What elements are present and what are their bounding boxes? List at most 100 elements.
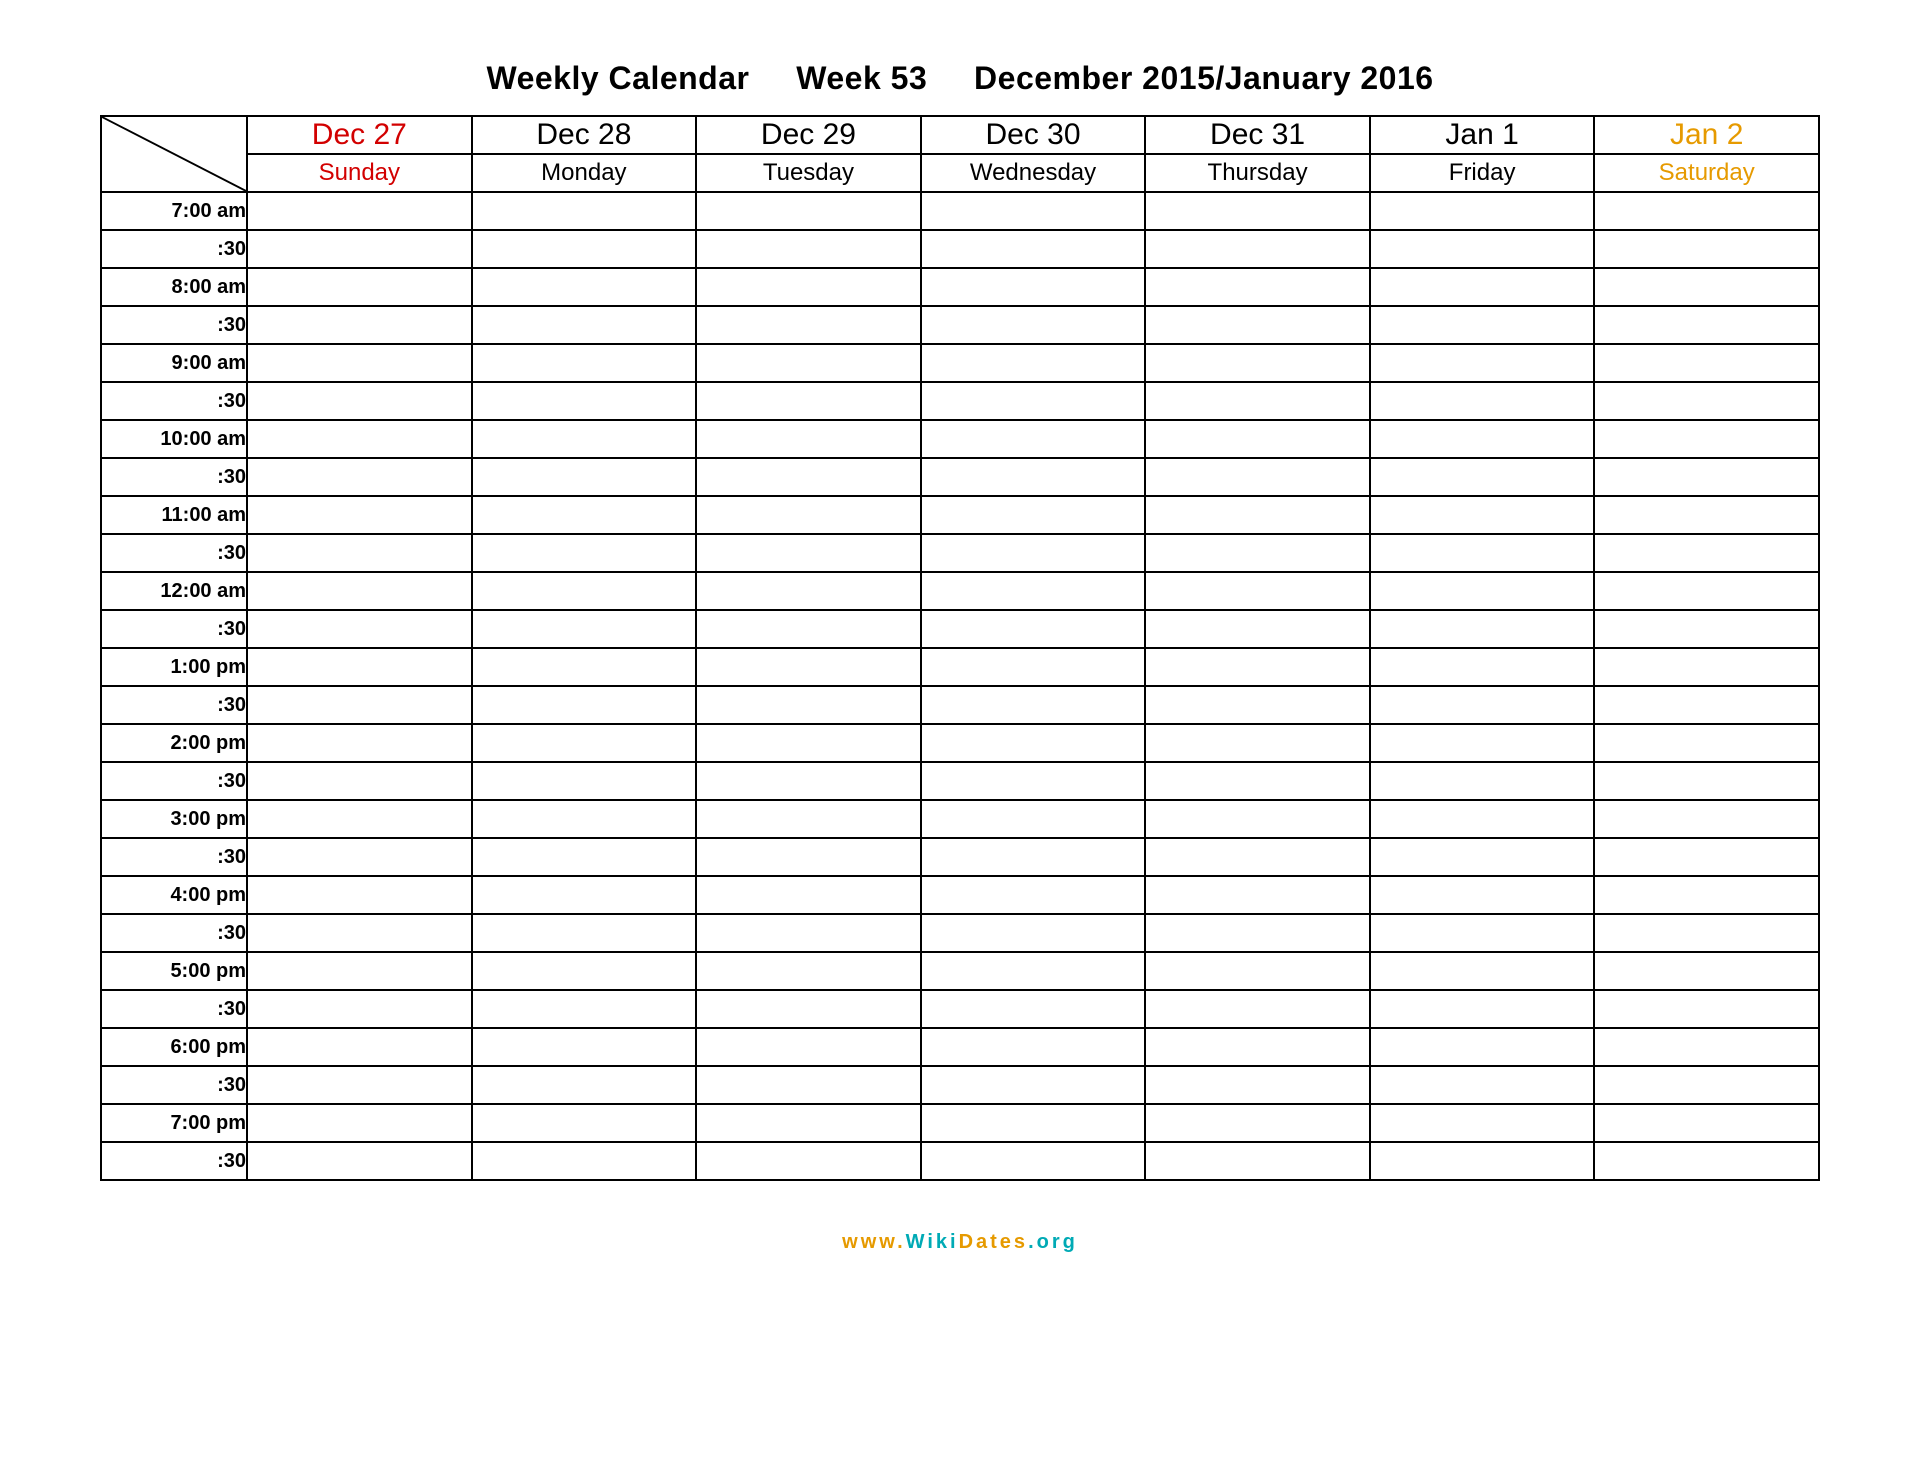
calendar-cell[interactable]	[921, 648, 1146, 686]
calendar-cell[interactable]	[921, 192, 1146, 230]
calendar-cell[interactable]	[247, 1066, 472, 1104]
calendar-cell[interactable]	[1370, 952, 1595, 990]
calendar-cell[interactable]	[472, 344, 697, 382]
calendar-cell[interactable]	[247, 876, 472, 914]
footer-link[interactable]: www.WikiDates.org	[100, 1231, 1820, 1254]
calendar-cell[interactable]	[921, 496, 1146, 534]
calendar-cell[interactable]	[1370, 724, 1595, 762]
calendar-cell[interactable]	[1594, 876, 1819, 914]
calendar-cell[interactable]	[472, 914, 697, 952]
calendar-cell[interactable]	[696, 230, 921, 268]
calendar-cell[interactable]	[1370, 192, 1595, 230]
calendar-cell[interactable]	[1145, 1142, 1370, 1180]
calendar-cell[interactable]	[921, 876, 1146, 914]
calendar-cell[interactable]	[921, 914, 1146, 952]
calendar-cell[interactable]	[1594, 648, 1819, 686]
calendar-cell[interactable]	[247, 344, 472, 382]
calendar-cell[interactable]	[472, 192, 697, 230]
calendar-cell[interactable]	[1370, 534, 1595, 572]
calendar-cell[interactable]	[247, 838, 472, 876]
calendar-cell[interactable]	[472, 230, 697, 268]
calendar-cell[interactable]	[921, 572, 1146, 610]
calendar-cell[interactable]	[921, 1028, 1146, 1066]
calendar-cell[interactable]	[1145, 230, 1370, 268]
calendar-cell[interactable]	[1594, 382, 1819, 420]
calendar-cell[interactable]	[247, 382, 472, 420]
calendar-cell[interactable]	[247, 572, 472, 610]
calendar-cell[interactable]	[1145, 458, 1370, 496]
calendar-cell[interactable]	[921, 990, 1146, 1028]
calendar-cell[interactable]	[1145, 686, 1370, 724]
calendar-cell[interactable]	[472, 724, 697, 762]
calendar-cell[interactable]	[1370, 1066, 1595, 1104]
calendar-cell[interactable]	[472, 458, 697, 496]
calendar-cell[interactable]	[1594, 762, 1819, 800]
calendar-cell[interactable]	[472, 534, 697, 572]
calendar-cell[interactable]	[1145, 800, 1370, 838]
calendar-cell[interactable]	[1145, 838, 1370, 876]
calendar-cell[interactable]	[921, 1066, 1146, 1104]
calendar-cell[interactable]	[1594, 268, 1819, 306]
calendar-cell[interactable]	[1370, 268, 1595, 306]
calendar-cell[interactable]	[921, 306, 1146, 344]
calendar-cell[interactable]	[1145, 420, 1370, 458]
calendar-cell[interactable]	[696, 610, 921, 648]
calendar-cell[interactable]	[472, 952, 697, 990]
calendar-cell[interactable]	[696, 534, 921, 572]
calendar-cell[interactable]	[1145, 914, 1370, 952]
calendar-cell[interactable]	[1370, 648, 1595, 686]
calendar-cell[interactable]	[472, 268, 697, 306]
calendar-cell[interactable]	[1145, 952, 1370, 990]
calendar-cell[interactable]	[921, 838, 1146, 876]
calendar-cell[interactable]	[1145, 1104, 1370, 1142]
calendar-cell[interactable]	[921, 230, 1146, 268]
calendar-cell[interactable]	[1145, 1066, 1370, 1104]
calendar-cell[interactable]	[1370, 1104, 1595, 1142]
calendar-cell[interactable]	[247, 610, 472, 648]
calendar-cell[interactable]	[1370, 458, 1595, 496]
calendar-cell[interactable]	[247, 762, 472, 800]
calendar-cell[interactable]	[1145, 192, 1370, 230]
calendar-cell[interactable]	[247, 534, 472, 572]
calendar-cell[interactable]	[696, 1066, 921, 1104]
calendar-cell[interactable]	[696, 1104, 921, 1142]
calendar-cell[interactable]	[696, 762, 921, 800]
calendar-cell[interactable]	[1594, 496, 1819, 534]
calendar-cell[interactable]	[921, 344, 1146, 382]
calendar-cell[interactable]	[472, 838, 697, 876]
calendar-cell[interactable]	[696, 344, 921, 382]
calendar-cell[interactable]	[247, 914, 472, 952]
calendar-cell[interactable]	[696, 382, 921, 420]
calendar-cell[interactable]	[472, 876, 697, 914]
calendar-cell[interactable]	[1145, 610, 1370, 648]
calendar-cell[interactable]	[1594, 458, 1819, 496]
calendar-cell[interactable]	[472, 306, 697, 344]
calendar-cell[interactable]	[1145, 344, 1370, 382]
calendar-cell[interactable]	[1594, 306, 1819, 344]
calendar-cell[interactable]	[472, 800, 697, 838]
calendar-cell[interactable]	[696, 648, 921, 686]
calendar-cell[interactable]	[1145, 876, 1370, 914]
calendar-cell[interactable]	[696, 496, 921, 534]
calendar-cell[interactable]	[921, 534, 1146, 572]
calendar-cell[interactable]	[696, 1028, 921, 1066]
calendar-cell[interactable]	[696, 990, 921, 1028]
calendar-cell[interactable]	[247, 268, 472, 306]
calendar-cell[interactable]	[1594, 610, 1819, 648]
calendar-cell[interactable]	[247, 724, 472, 762]
calendar-cell[interactable]	[921, 1142, 1146, 1180]
calendar-cell[interactable]	[1594, 990, 1819, 1028]
calendar-cell[interactable]	[921, 800, 1146, 838]
calendar-cell[interactable]	[472, 648, 697, 686]
calendar-cell[interactable]	[1370, 344, 1595, 382]
calendar-cell[interactable]	[1594, 686, 1819, 724]
calendar-cell[interactable]	[1594, 1104, 1819, 1142]
calendar-cell[interactable]	[472, 496, 697, 534]
calendar-cell[interactable]	[247, 800, 472, 838]
calendar-cell[interactable]	[247, 306, 472, 344]
calendar-cell[interactable]	[696, 1142, 921, 1180]
calendar-cell[interactable]	[1145, 496, 1370, 534]
calendar-cell[interactable]	[1594, 534, 1819, 572]
calendar-cell[interactable]	[1370, 420, 1595, 458]
calendar-cell[interactable]	[472, 382, 697, 420]
